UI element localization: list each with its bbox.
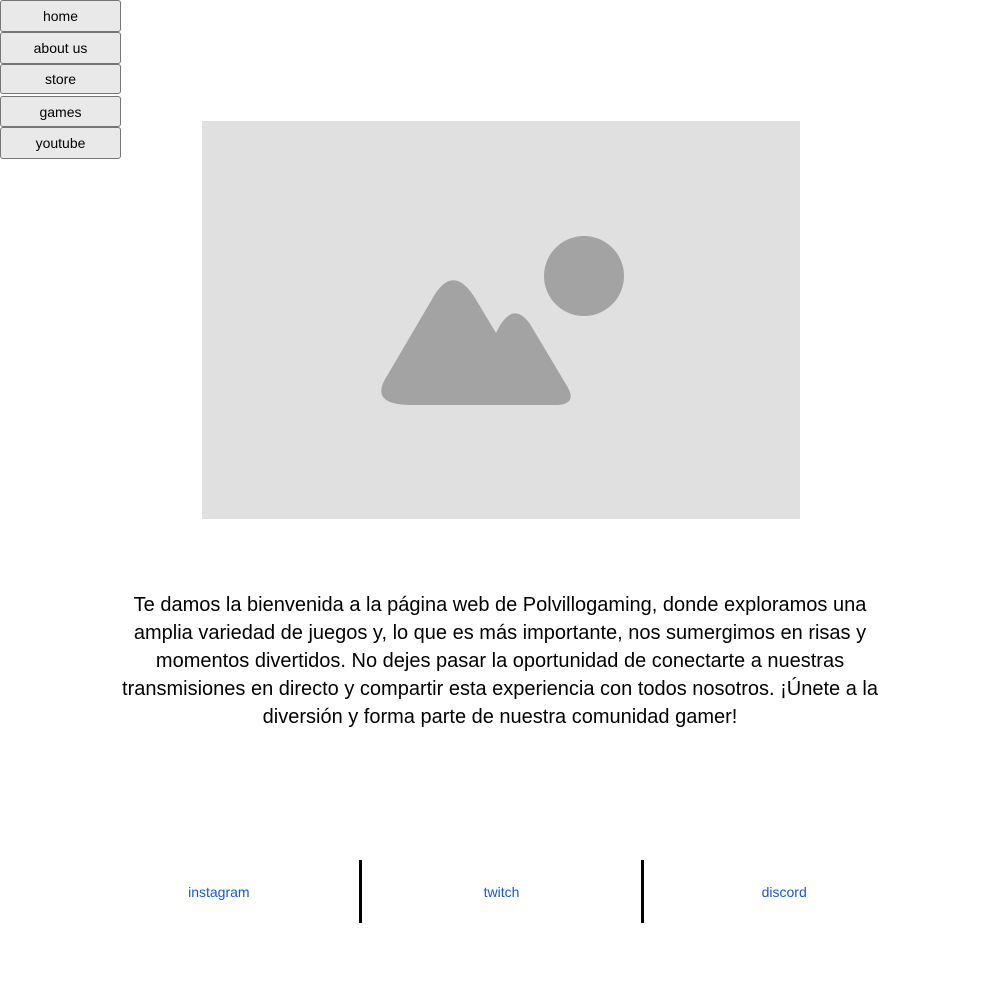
twitch-link[interactable]: twitch <box>484 884 520 900</box>
social-links-bar: instagram twitch discord <box>79 860 924 923</box>
image-placeholder-icon <box>381 236 624 406</box>
social-cell-discord: discord <box>641 860 924 923</box>
nav-about-us-button[interactable]: about us <box>0 32 121 64</box>
hero-image-placeholder <box>202 121 800 519</box>
social-cell-instagram: instagram <box>79 860 359 923</box>
social-cell-twitch: twitch <box>358 860 642 923</box>
instagram-link[interactable]: instagram <box>188 884 249 900</box>
page: home about us store games youtube Te dam… <box>0 0 1000 1000</box>
nav-home-button[interactable]: home <box>0 0 121 32</box>
nav-youtube-button[interactable]: youtube <box>0 127 121 159</box>
nav-store-button[interactable]: store <box>0 64 121 94</box>
nav-games-button[interactable]: games <box>0 96 121 127</box>
welcome-text: Te damos la bienvenida a la página web d… <box>122 594 878 728</box>
discord-link[interactable]: discord <box>762 884 807 900</box>
